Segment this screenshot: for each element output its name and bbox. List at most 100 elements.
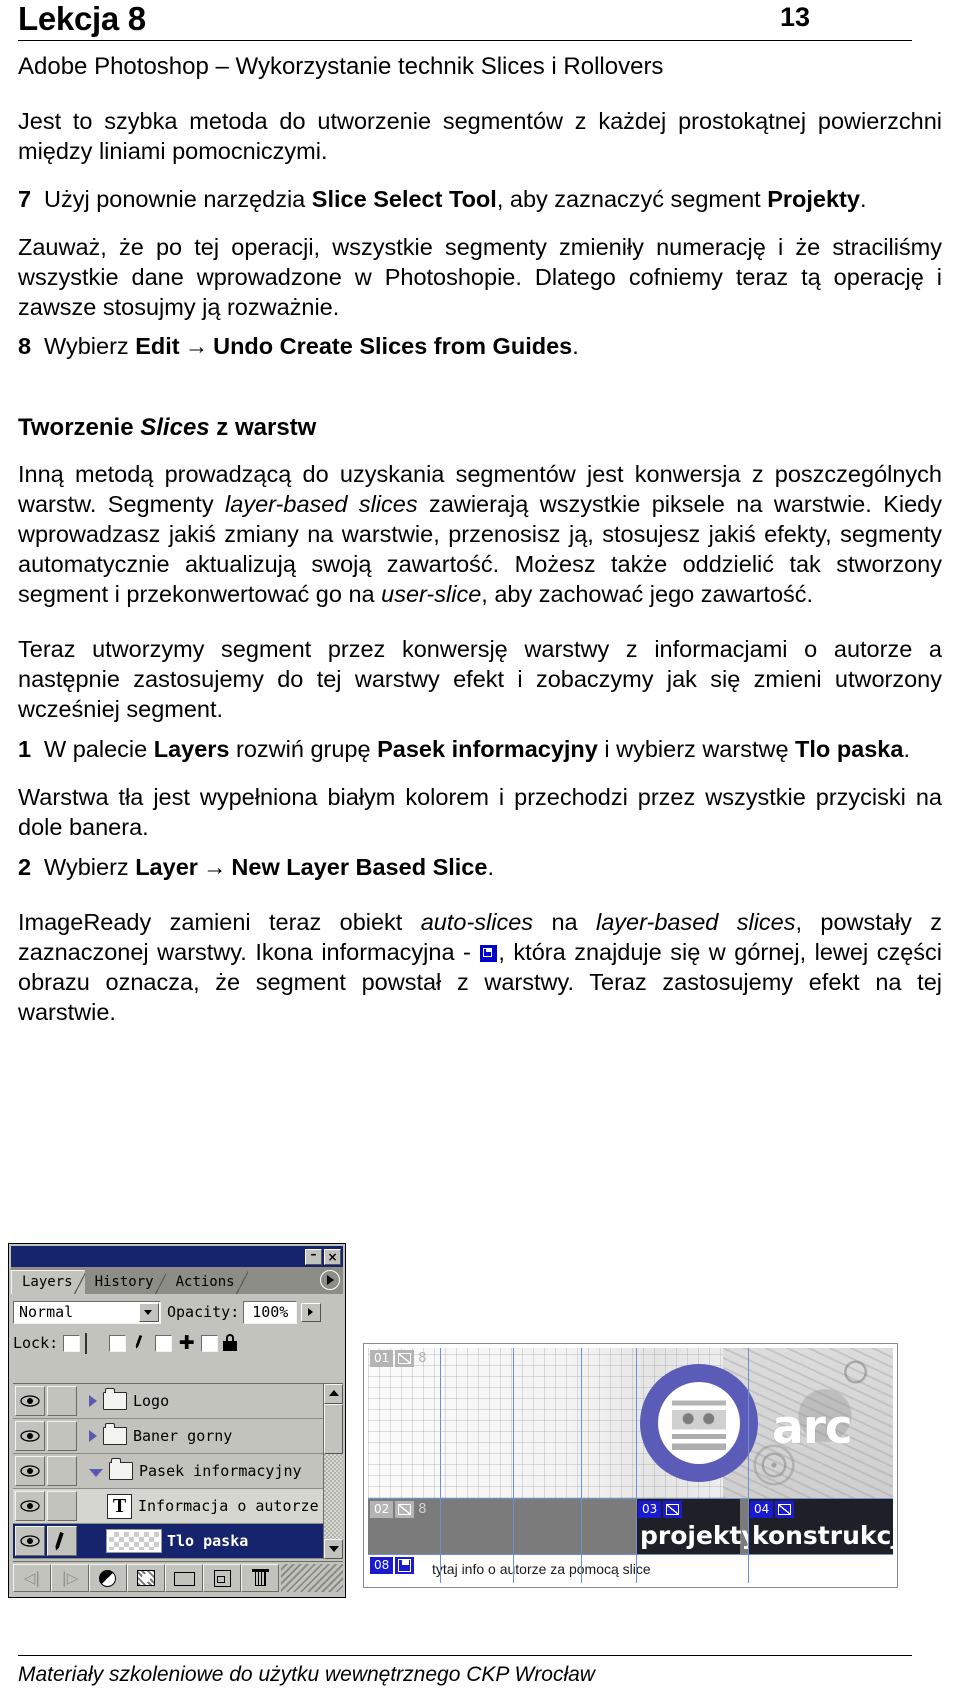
lock-all-checkbox[interactable] — [201, 1334, 219, 1352]
visibility-toggle-baner-gorny[interactable] — [15, 1421, 45, 1451]
image-icon — [395, 1350, 415, 1367]
step-1-t4: . — [903, 735, 910, 762]
visibility-toggle-pasek-informacyjny[interactable] — [15, 1456, 45, 1486]
step-8-text: Wybierz Edit → Undo Create Slices from Gui… — [44, 332, 942, 362]
visibility-toggle-informacja-o-autorze[interactable] — [15, 1491, 45, 1521]
slice-01-chain: 8 — [418, 1351, 427, 1366]
link-cell-baner-gorny[interactable] — [47, 1421, 77, 1451]
logo-circle — [640, 1364, 758, 1482]
body1-t3: , aby zachować jego zawartość. — [481, 580, 814, 607]
slice-badge-08[interactable]: 08 — [370, 1557, 415, 1574]
new-layer-button[interactable] — [203, 1563, 241, 1592]
step-7: 7 Użyj ponownie narzędzia Slice Select T… — [18, 185, 942, 215]
tab-slant-3 — [235, 1271, 248, 1294]
new-group-button[interactable] — [165, 1563, 203, 1592]
slice-badge-04[interactable]: 04 — [750, 1501, 795, 1518]
scrollbar-thumb[interactable] — [324, 1404, 343, 1454]
minimize-button[interactable]: – — [305, 1248, 322, 1265]
layer-row-tlo-paska[interactable]: Tlo paska — [13, 1524, 323, 1559]
folder-open-icon — [109, 1458, 133, 1480]
next-frame-button[interactable]: |▷ — [51, 1563, 89, 1592]
step-1-t1: W palecie — [44, 735, 154, 762]
layer-name: Pasek informacyjny — [139, 1462, 302, 1480]
layer-based-slice-icon — [395, 1557, 415, 1574]
step-2: 2 Wybierz Layer → New Layer Based Slice. — [18, 853, 942, 883]
figures-row: – × Layers History Actions Normal Opacit… — [8, 1243, 952, 1633]
new-layer-icon — [214, 1569, 231, 1587]
step-7-segment-name: Projekty — [767, 186, 860, 212]
chevron-right-icon[interactable] — [89, 1430, 97, 1442]
chevron-down-icon[interactable] — [139, 1302, 159, 1322]
lock-row: Lock: ✚ — [13, 1329, 341, 1357]
slice-badge-02[interactable]: 02 8 — [370, 1501, 427, 1518]
image-icon — [775, 1501, 795, 1518]
step-1-t3: i wybierz warstwę — [597, 735, 796, 762]
layer-list: Logo Baner gorny Pasek informacyjny T In… — [13, 1383, 343, 1559]
slice-badge-01[interactable]: 01 8 — [370, 1350, 427, 1367]
step-7-number: 7 — [18, 186, 32, 212]
lock-transparency-checkbox[interactable] — [63, 1334, 81, 1352]
step-1-t2: rozwiń grupę — [229, 735, 378, 762]
step-8-number: 8 — [18, 333, 32, 360]
step-2-command: New Layer Based Slice — [231, 853, 488, 880]
slice-01-number: 01 — [370, 1350, 394, 1367]
chevron-down-icon[interactable] — [89, 1468, 103, 1477]
link-cell-informacja-o-autorze[interactable] — [47, 1491, 77, 1521]
layer-list-scrollbar[interactable] — [323, 1384, 343, 1559]
layer-row-baner-gorny[interactable]: Baner gorny — [13, 1419, 323, 1454]
guide-line — [368, 1498, 893, 1499]
opacity-value[interactable]: 100% — [243, 1300, 298, 1324]
guide-line — [748, 1348, 749, 1583]
prev-frame-button[interactable]: ◁| — [13, 1563, 51, 1592]
page-title: Lekcja 8 — [18, 0, 146, 37]
document-subtitle: Adobe Photoshop – Wykorzystanie technik … — [18, 53, 664, 80]
link-cell-pasek-informacyjny[interactable] — [47, 1456, 77, 1486]
body-paragraph-1: Inną metodą prowadzącą do uzyskania segm… — [18, 460, 942, 609]
layer-row-informacja-o-autorze[interactable]: T Informacja o autorze — [13, 1489, 323, 1524]
chevron-right-icon[interactable] — [89, 1395, 97, 1407]
palette-tabs: Layers History Actions — [11, 1267, 343, 1294]
slice-badge-03[interactable]: 03 — [638, 1501, 683, 1518]
close-button[interactable]: × — [324, 1248, 341, 1265]
eye-icon — [20, 1500, 40, 1512]
step-2-menu: Layer — [135, 853, 198, 880]
palette-menu-icon[interactable] — [320, 1270, 340, 1290]
step-2-t2: . — [487, 853, 494, 880]
tab-actions[interactable]: Actions — [165, 1271, 248, 1294]
layer-style-button[interactable] — [89, 1563, 127, 1592]
opacity-label: Opacity: — [167, 1303, 240, 1321]
tab-history[interactable]: History — [84, 1271, 167, 1294]
layer-name: Tlo paska — [167, 1532, 249, 1550]
layer-mask-icon — [137, 1569, 155, 1586]
body-paragraph-3: Warstwa tła jest wypełniona białym kolor… — [18, 783, 942, 840]
visibility-toggle-tlo-paska[interactable] — [15, 1526, 45, 1556]
layer-mask-button[interactable] — [127, 1563, 165, 1592]
image-icon — [663, 1501, 683, 1518]
guide-line — [368, 1554, 893, 1555]
page-footer: Materiały szkoleniowe do użytku wewnętrz… — [18, 1655, 912, 1687]
scroll-down-button[interactable] — [324, 1539, 343, 1559]
visibility-toggle-logo[interactable] — [15, 1386, 45, 1416]
section-heading-part2: z warstw — [209, 414, 317, 442]
blend-mode-select[interactable]: Normal — [13, 1300, 161, 1324]
opacity-slider-arrow-icon[interactable] — [301, 1302, 322, 1322]
body1-term-layer-based-slices: layer-based slices — [225, 491, 418, 518]
edit-indicator-tlo-paska[interactable] — [47, 1526, 77, 1556]
layer-row-logo[interactable]: Logo — [13, 1384, 323, 1419]
lock-position-checkbox[interactable] — [155, 1334, 173, 1352]
scroll-up-button[interactable] — [324, 1384, 343, 1404]
delete-layer-button[interactable] — [241, 1563, 279, 1592]
link-cell-logo[interactable] — [47, 1386, 77, 1416]
folder-icon — [103, 1388, 127, 1410]
resize-grip[interactable] — [281, 1563, 343, 1592]
slice-03-label: projekty — [640, 1521, 758, 1550]
scrollbar-track[interactable] — [324, 1404, 343, 1539]
tab-layers[interactable]: Layers — [11, 1270, 86, 1294]
eye-icon — [20, 1465, 40, 1477]
guide-line — [513, 1348, 514, 1583]
ionic-capital-icon — [672, 1396, 726, 1450]
layer-row-pasek-informacyjny[interactable]: Pasek informacyjny — [13, 1454, 323, 1489]
eye-icon — [20, 1535, 40, 1547]
tab-history-label: History — [94, 1274, 154, 1290]
lock-image-checkbox[interactable] — [109, 1334, 127, 1352]
